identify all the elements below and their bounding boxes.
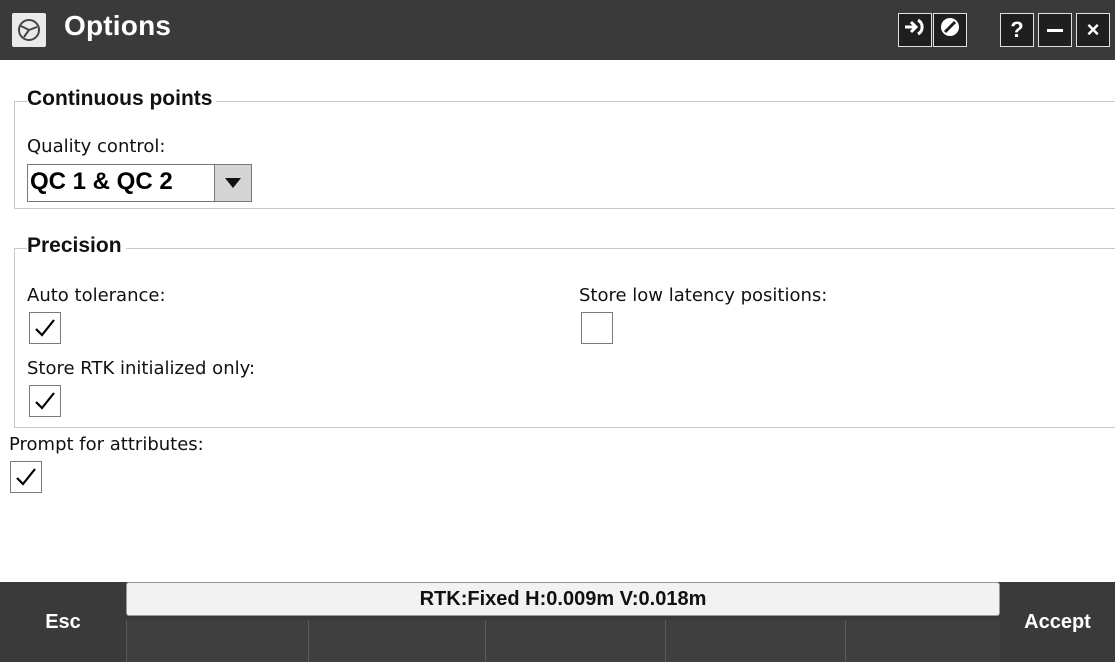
minimize-button[interactable] — [1038, 13, 1072, 47]
window-title: Options — [64, 10, 172, 41]
quality-control-label: Quality control: — [27, 136, 166, 157]
chevron-down-icon[interactable] — [214, 165, 251, 201]
quality-control-dropdown[interactable]: QC 1 & QC 2 — [27, 164, 252, 202]
store-low-latency-label: Store low latency positions: — [579, 285, 828, 306]
softkey-slot-3[interactable] — [485, 620, 665, 662]
help-icon: ? — [1010, 17, 1024, 42]
esc-button[interactable]: Esc — [0, 582, 126, 662]
continuous-points-legend: Continuous points — [27, 87, 217, 111]
quality-control-value: QC 1 & QC 2 — [30, 168, 173, 195]
title-bar: Options ? × — [0, 0, 1115, 60]
accept-button[interactable]: Accept — [1000, 582, 1115, 662]
minimize-icon — [1046, 17, 1064, 43]
softkey-slot-1[interactable] — [126, 620, 308, 662]
precision-group: Precision — [14, 234, 1115, 428]
prompt-attributes-checkbox[interactable] — [10, 461, 42, 493]
precision-legend: Precision — [27, 234, 126, 258]
prompt-attributes-label: Prompt for attributes: — [9, 434, 204, 455]
close-button[interactable]: × — [1076, 13, 1110, 47]
auto-tolerance-label: Auto tolerance: — [27, 285, 166, 306]
app-logo-icon[interactable] — [12, 13, 46, 47]
softkey-slot-2[interactable] — [308, 620, 485, 662]
softkey-slot-4[interactable] — [665, 620, 845, 662]
store-rtk-label: Store RTK initialized only: — [27, 358, 256, 379]
store-low-latency-checkbox[interactable] — [581, 312, 613, 344]
help-button[interactable]: ? — [1000, 13, 1034, 47]
close-icon: × — [1086, 17, 1100, 42]
no-entry-icon — [939, 16, 961, 44]
login-button[interactable] — [898, 13, 932, 47]
auto-tolerance-checkbox[interactable] — [29, 312, 61, 344]
checkmark-icon — [35, 392, 55, 410]
gnss-status-bar[interactable]: RTK:Fixed H:0.009m V:0.018m — [126, 582, 1000, 616]
disable-button[interactable] — [933, 13, 967, 47]
softkey-slot-5[interactable] — [845, 620, 1000, 662]
checkmark-icon — [16, 468, 36, 486]
checkmark-icon — [35, 319, 55, 337]
store-rtk-checkbox[interactable] — [29, 385, 61, 417]
login-arrow-icon — [903, 17, 927, 43]
